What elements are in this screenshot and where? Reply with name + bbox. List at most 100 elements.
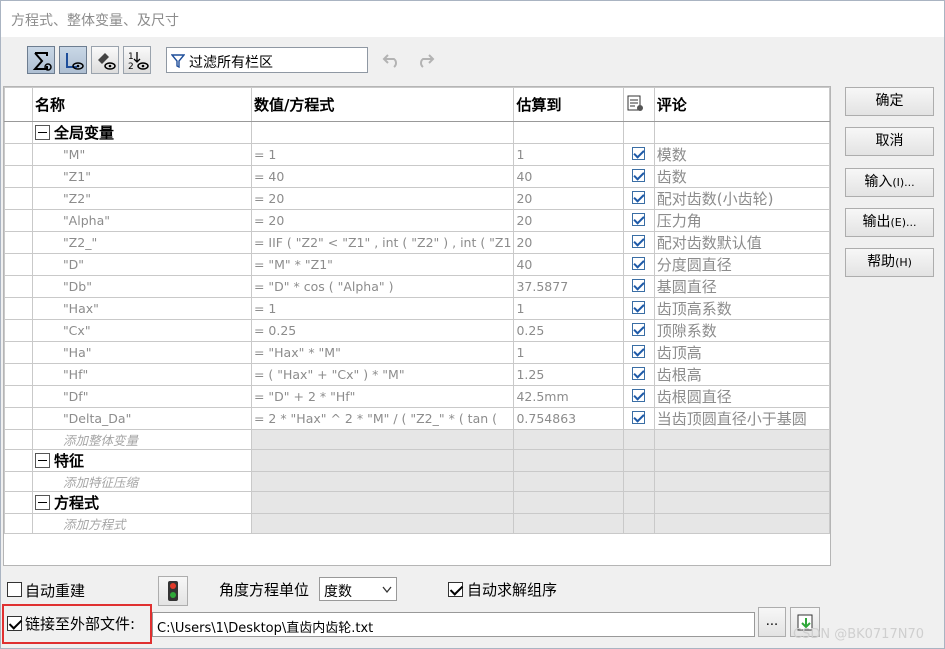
table-row[interactable]: "Delta_Da" = 2 * "Hax" ^ 2 * "M" / ( "Z2_…	[4, 407, 831, 430]
row-header[interactable]	[4, 363, 33, 386]
variable-name[interactable]: "Db"	[31, 275, 252, 298]
suppress-checkbox[interactable]	[632, 191, 646, 204]
row-header[interactable]	[4, 275, 33, 298]
row-header[interactable]	[4, 407, 33, 430]
suppress-checkbox[interactable]	[632, 345, 646, 358]
suppress-cell[interactable]	[623, 341, 655, 364]
variable-value[interactable]: = "Hax" * "M"	[250, 341, 515, 364]
header-value[interactable]: 数值/方程式	[250, 87, 515, 122]
table-row[interactable]: "Z2" = 20 20 配对齿数(小齿轮)	[4, 187, 831, 210]
variable-name[interactable]: "Ha"	[31, 341, 252, 364]
variable-value[interactable]: = 40	[250, 165, 515, 188]
group-features-cell[interactable]: 特征	[31, 449, 252, 472]
suppress-checkbox[interactable]	[632, 301, 646, 314]
add-equation[interactable]: 添加方程式	[31, 513, 252, 534]
table-row[interactable]: "Df" = "D" + 2 * "Hf" 42.5mm 齿根圆直径	[4, 385, 831, 408]
suppress-cell[interactable]	[623, 297, 655, 320]
variable-value[interactable]: = 0.25	[250, 319, 515, 342]
suppress-checkbox[interactable]	[632, 411, 646, 424]
suppress-checkbox[interactable]	[632, 389, 646, 402]
suppress-cell[interactable]	[623, 319, 655, 342]
row-header[interactable]	[4, 341, 33, 364]
variable-value[interactable]: = 2 * "Hax" ^ 2 * "M" / ( "Z2_" * ( tan …	[250, 407, 515, 430]
variable-comment[interactable]: 当齿顶圆直径小于基圆	[653, 407, 831, 430]
ok-button[interactable]: 确定	[845, 87, 934, 116]
header-eval[interactable]: 估算到	[513, 87, 625, 122]
suppress-cell[interactable]	[623, 407, 655, 430]
suppress-cell[interactable]	[623, 275, 655, 298]
variable-name[interactable]: "Df"	[31, 385, 252, 408]
variable-comment[interactable]: 基圆直径	[653, 275, 831, 298]
collapse-icon[interactable]	[34, 125, 50, 140]
suppress-checkbox[interactable]	[632, 213, 646, 226]
variable-comment[interactable]: 模数	[653, 143, 831, 166]
variable-comment[interactable]: 顶隙系数	[653, 319, 831, 342]
link-external-box[interactable]	[7, 616, 22, 631]
suppress-cell[interactable]	[623, 253, 655, 276]
row-header[interactable]	[4, 297, 33, 320]
row-header[interactable]	[4, 231, 33, 254]
suppress-checkbox[interactable]	[632, 257, 646, 270]
variable-name[interactable]: "Cx"	[31, 319, 252, 342]
table-row[interactable]: "Alpha" = 20 20 压力角	[4, 209, 831, 232]
variable-comment[interactable]: 齿根高	[653, 363, 831, 386]
help-button[interactable]: 帮助(H)	[845, 248, 934, 277]
table-row[interactable]: "M" = 1 1 模数	[4, 143, 831, 166]
auto-solve-checkbox[interactable]	[448, 582, 463, 598]
table-row[interactable]: "Z2_" = IIF ( "Z2" < "Z1" , int ( "Z2" ) …	[4, 231, 831, 254]
variable-comment[interactable]: 齿数	[653, 165, 831, 188]
table-row[interactable]: "Cx" = 0.25 0.25 顶隙系数	[4, 319, 831, 342]
add-feature-suppression[interactable]: 添加特征压缩	[31, 471, 252, 492]
auto-rebuild-checkbox[interactable]	[7, 582, 22, 598]
variable-name[interactable]: "Delta_Da"	[31, 407, 252, 430]
suppress-checkbox[interactable]	[632, 279, 646, 292]
table-row[interactable]: "Ha" = "Hax" * "M" 1 齿顶高	[4, 341, 831, 364]
traffic-light-button[interactable]	[158, 576, 188, 606]
suppress-checkbox[interactable]	[632, 367, 646, 380]
variable-value[interactable]: = "M" * "Z1"	[250, 253, 515, 276]
variable-comment[interactable]: 齿根圆直径	[653, 385, 831, 408]
row-header[interactable]	[4, 319, 33, 342]
table-row[interactable]: "Db" = "D" * cos ( "Alpha" ) 37.5877 基圆直径	[4, 275, 831, 298]
variable-comment[interactable]: 压力角	[653, 209, 831, 232]
suppress-checkbox[interactable]	[632, 169, 646, 182]
variable-value[interactable]: = 1	[250, 143, 515, 166]
filter-input[interactable]: 过滤所有栏区	[166, 47, 368, 73]
dimension-view-button[interactable]	[91, 46, 119, 74]
variable-value[interactable]: = IIF ( "Z2" < "Z1" , int ( "Z2" ) , int…	[250, 231, 515, 254]
suppress-cell[interactable]	[623, 209, 655, 232]
collapse-icon[interactable]	[34, 453, 50, 468]
variable-comment[interactable]: 配对齿数默认值	[653, 231, 831, 254]
suppress-cell[interactable]	[623, 363, 655, 386]
row-header[interactable]	[4, 143, 33, 166]
table-row[interactable]: "D" = "M" * "Z1" 40 分度圆直径	[4, 253, 831, 276]
suppress-checkbox[interactable]	[632, 147, 646, 160]
row-header[interactable]	[4, 253, 33, 276]
header-suppress[interactable]	[623, 87, 655, 122]
table-row[interactable]: "Hax" = 1 1 齿顶高系数	[4, 297, 831, 320]
variable-comment[interactable]: 齿顶高	[653, 341, 831, 364]
variable-name[interactable]: "Hax"	[31, 297, 252, 320]
group-globals-cell[interactable]: 全局变量	[31, 121, 252, 144]
redo-icon[interactable]	[415, 51, 435, 69]
suppress-checkbox[interactable]	[632, 323, 646, 336]
variable-value[interactable]: = 20	[250, 209, 515, 232]
variable-name[interactable]: "M"	[31, 143, 252, 166]
variable-value[interactable]: = 20	[250, 187, 515, 210]
undo-icon[interactable]	[382, 51, 402, 69]
row-header[interactable]	[4, 209, 33, 232]
variable-name[interactable]: "Alpha"	[31, 209, 252, 232]
add-global-variable[interactable]: 添加整体变量	[31, 429, 252, 450]
suppress-cell[interactable]	[623, 143, 655, 166]
variable-value[interactable]: = "D" * cos ( "Alpha" )	[250, 275, 515, 298]
suppress-cell[interactable]	[623, 187, 655, 210]
suppress-cell[interactable]	[623, 231, 655, 254]
external-file-path[interactable]: C:\Users\1\Desktop\直齿内齿轮.txt	[152, 612, 755, 637]
suppress-checkbox[interactable]	[632, 235, 646, 248]
suppress-cell[interactable]	[623, 165, 655, 188]
variable-name[interactable]: "Z1"	[31, 165, 252, 188]
equation-view-button[interactable]	[59, 46, 87, 74]
cancel-button[interactable]: 取消	[845, 127, 934, 156]
auto-solve-box[interactable]	[448, 582, 463, 597]
browse-button[interactable]: ...	[758, 607, 786, 637]
